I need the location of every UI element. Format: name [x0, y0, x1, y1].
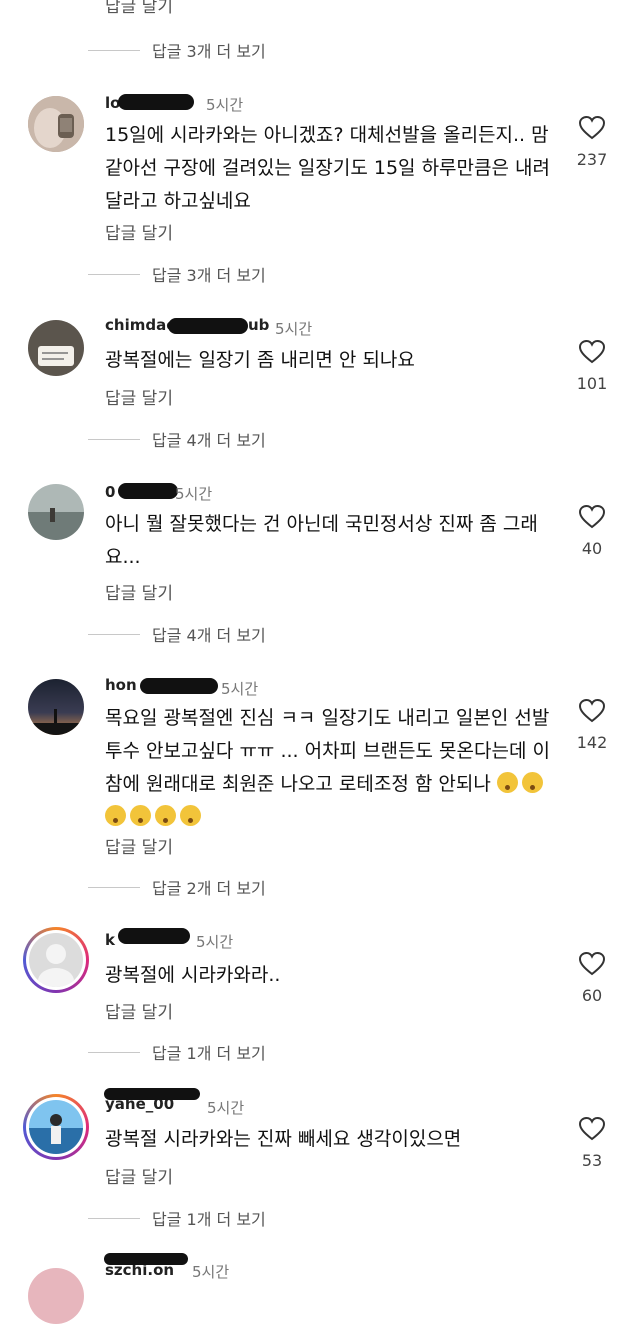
divider: [88, 886, 140, 888]
view-more-replies[interactable]: 답글 4개 더 보기: [88, 427, 266, 451]
like-count: 40: [581, 539, 603, 558]
heart-icon[interactable]: [578, 698, 606, 723]
drooling-face-emoji-icon: [496, 772, 518, 793]
comment-timestamp: 5시간: [207, 1099, 245, 1117]
view-more-replies[interactable]: 답글 3개 더 보기: [88, 262, 266, 286]
comment-timestamp: 5시간: [206, 96, 244, 114]
view-more-replies[interactable]: 답글 1개 더 보기: [88, 1206, 266, 1230]
avatar-story-ring[interactable]: [23, 1094, 89, 1160]
avatar[interactable]: [28, 679, 84, 735]
comment-text: 아니 뭘 잘못했다는 건 아닌데 국민정서상 진짜 좀 그래요...: [105, 513, 538, 568]
view-more-replies[interactable]: 답글 2개 더 보기: [88, 875, 266, 899]
avatar: [29, 933, 83, 987]
redaction-mark: [118, 94, 194, 110]
like-count: 53: [581, 1151, 603, 1170]
reply-button[interactable]: 답글 달기: [105, 579, 173, 604]
drooling-face-emoji-icon: [180, 805, 201, 826]
comment-text: 광복절에 시라카와라..: [105, 964, 281, 986]
view-more-replies[interactable]: 답글 4개 더 보기: [88, 622, 266, 646]
comment-username-tail: ub: [248, 316, 270, 334]
comment-text: 목요일 광복절엔 진심 ㅋㅋ 일장기도 내리고 일본인 선발투수 안보고싶다 ㅠ…: [105, 702, 560, 834]
redaction-mark: [140, 678, 218, 694]
comment-timestamp: 5시간: [192, 1263, 230, 1281]
comment-username[interactable]: k: [105, 931, 115, 949]
redaction-mark: [104, 1088, 200, 1100]
divider: [88, 633, 140, 635]
avatar[interactable]: [28, 1268, 84, 1324]
like-count: 142: [576, 733, 608, 752]
reply-button[interactable]: 답글 달기: [105, 998, 173, 1023]
divider: [88, 49, 140, 51]
story-ring-gap: [26, 1097, 86, 1157]
divider: [88, 438, 140, 440]
redaction-mark: [168, 318, 248, 334]
reply-button[interactable]: 답글 달기: [105, 833, 173, 858]
comment-username[interactable]: 0: [105, 483, 115, 501]
redaction-mark: [118, 928, 190, 944]
avatar[interactable]: [28, 484, 84, 540]
comment-timestamp: 5시간: [196, 933, 234, 951]
comment-timestamp: 5시간: [221, 680, 259, 698]
heart-icon[interactable]: [578, 339, 606, 364]
divider: [88, 273, 140, 275]
comment-timestamp: 5시간: [275, 320, 313, 338]
like-count: 60: [581, 986, 603, 1005]
heart-icon[interactable]: [578, 504, 606, 529]
drooling-face-emoji-icon: [130, 805, 151, 826]
view-more-replies-label: 답글 1개 더 보기: [152, 1044, 266, 1063]
view-more-replies-label: 답글 3개 더 보기: [152, 42, 266, 61]
like-count: 237: [576, 150, 608, 169]
reply-button[interactable]: 답글 달기: [105, 219, 173, 244]
redaction-mark: [118, 483, 178, 499]
view-more-replies-label: 답글 1개 더 보기: [152, 1210, 266, 1229]
divider: [88, 1051, 140, 1053]
reply-button[interactable]: 답글 달기: [105, 0, 173, 17]
comment-text: 15일에 시라카와는 아니겠죠? 대체선발을 올리든지.. 맘같아선 구장에 걸…: [105, 124, 550, 212]
reply-button[interactable]: 답글 달기: [105, 1163, 173, 1188]
view-more-replies[interactable]: 답글 1개 더 보기: [88, 1040, 266, 1064]
divider: [88, 1217, 140, 1219]
view-more-replies-label: 답글 4개 더 보기: [152, 431, 266, 450]
view-more-replies-label: 답글 3개 더 보기: [152, 266, 266, 285]
comment-text-content: 목요일 광복절엔 진심 ㅋㅋ 일장기도 내리고 일본인 선발투수 안보고싶다 ㅠ…: [105, 707, 550, 795]
drooling-face-emoji-icon: [521, 772, 543, 793]
story-ring-gap: [26, 930, 86, 990]
view-more-replies-label: 답글 4개 더 보기: [152, 626, 266, 645]
comment-timestamp: 5시간: [175, 485, 213, 503]
avatar[interactable]: [28, 320, 84, 376]
view-more-replies[interactable]: 답글 3개 더 보기: [88, 38, 266, 62]
heart-icon[interactable]: [578, 951, 606, 976]
reply-button[interactable]: 답글 달기: [105, 384, 173, 409]
heart-icon[interactable]: [578, 1116, 606, 1141]
avatar: [29, 1100, 83, 1154]
heart-icon[interactable]: [578, 115, 606, 140]
comment-text: 광복절 시라카와는 진짜 빼세요 생각이있으면: [105, 1128, 462, 1150]
avatar-story-ring[interactable]: [23, 927, 89, 993]
avatar[interactable]: [28, 96, 84, 152]
drooling-face-emoji-icon: [155, 805, 176, 826]
like-count: 101: [576, 374, 608, 393]
redaction-mark: [104, 1253, 188, 1265]
view-more-replies-label: 답글 2개 더 보기: [152, 879, 266, 898]
comment-username[interactable]: hon: [105, 676, 137, 694]
drooling-face-emoji-icon: [105, 805, 126, 826]
comment-text: 광복절에는 일장기 좀 내리면 안 되나요: [105, 349, 415, 371]
